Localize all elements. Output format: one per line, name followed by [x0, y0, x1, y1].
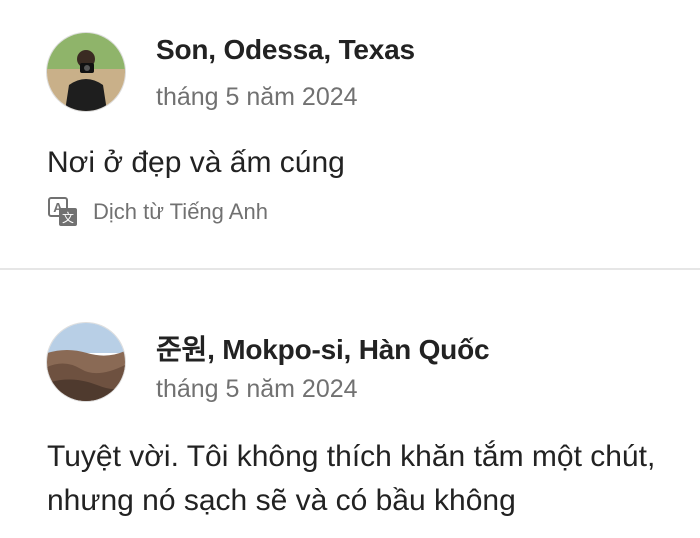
review-card: 준원, Mokpo-si, Hàn Quốc tháng 5 năm 2024 … — [0, 270, 700, 538]
reviewer-avatar[interactable] — [47, 323, 125, 401]
svg-text:文: 文 — [62, 210, 74, 225]
translate-icon: A 文 — [47, 196, 79, 228]
translate-link[interactable]: A 文 Dịch từ Tiếng Anh — [47, 196, 268, 228]
review-card: Son, Odessa, Texas tháng 5 năm 2024 Nơi … — [0, 0, 700, 268]
reviewer-name[interactable]: Son, Odessa, Texas — [156, 34, 415, 66]
review-text: Nơi ở đẹp và ấm cúng — [47, 146, 345, 179]
translate-label: Dịch từ Tiếng Anh — [93, 199, 268, 224]
review-text: Tuyệt vời. Tôi không thích khăn tắm một … — [47, 440, 656, 517]
review-date: tháng 5 năm 2024 — [156, 375, 358, 403]
reviewer-name[interactable]: 준원, Mokpo-si, Hàn Quốc — [156, 328, 490, 368]
reviewer-avatar[interactable] — [47, 33, 125, 111]
review-date: tháng 5 năm 2024 — [156, 83, 358, 111]
